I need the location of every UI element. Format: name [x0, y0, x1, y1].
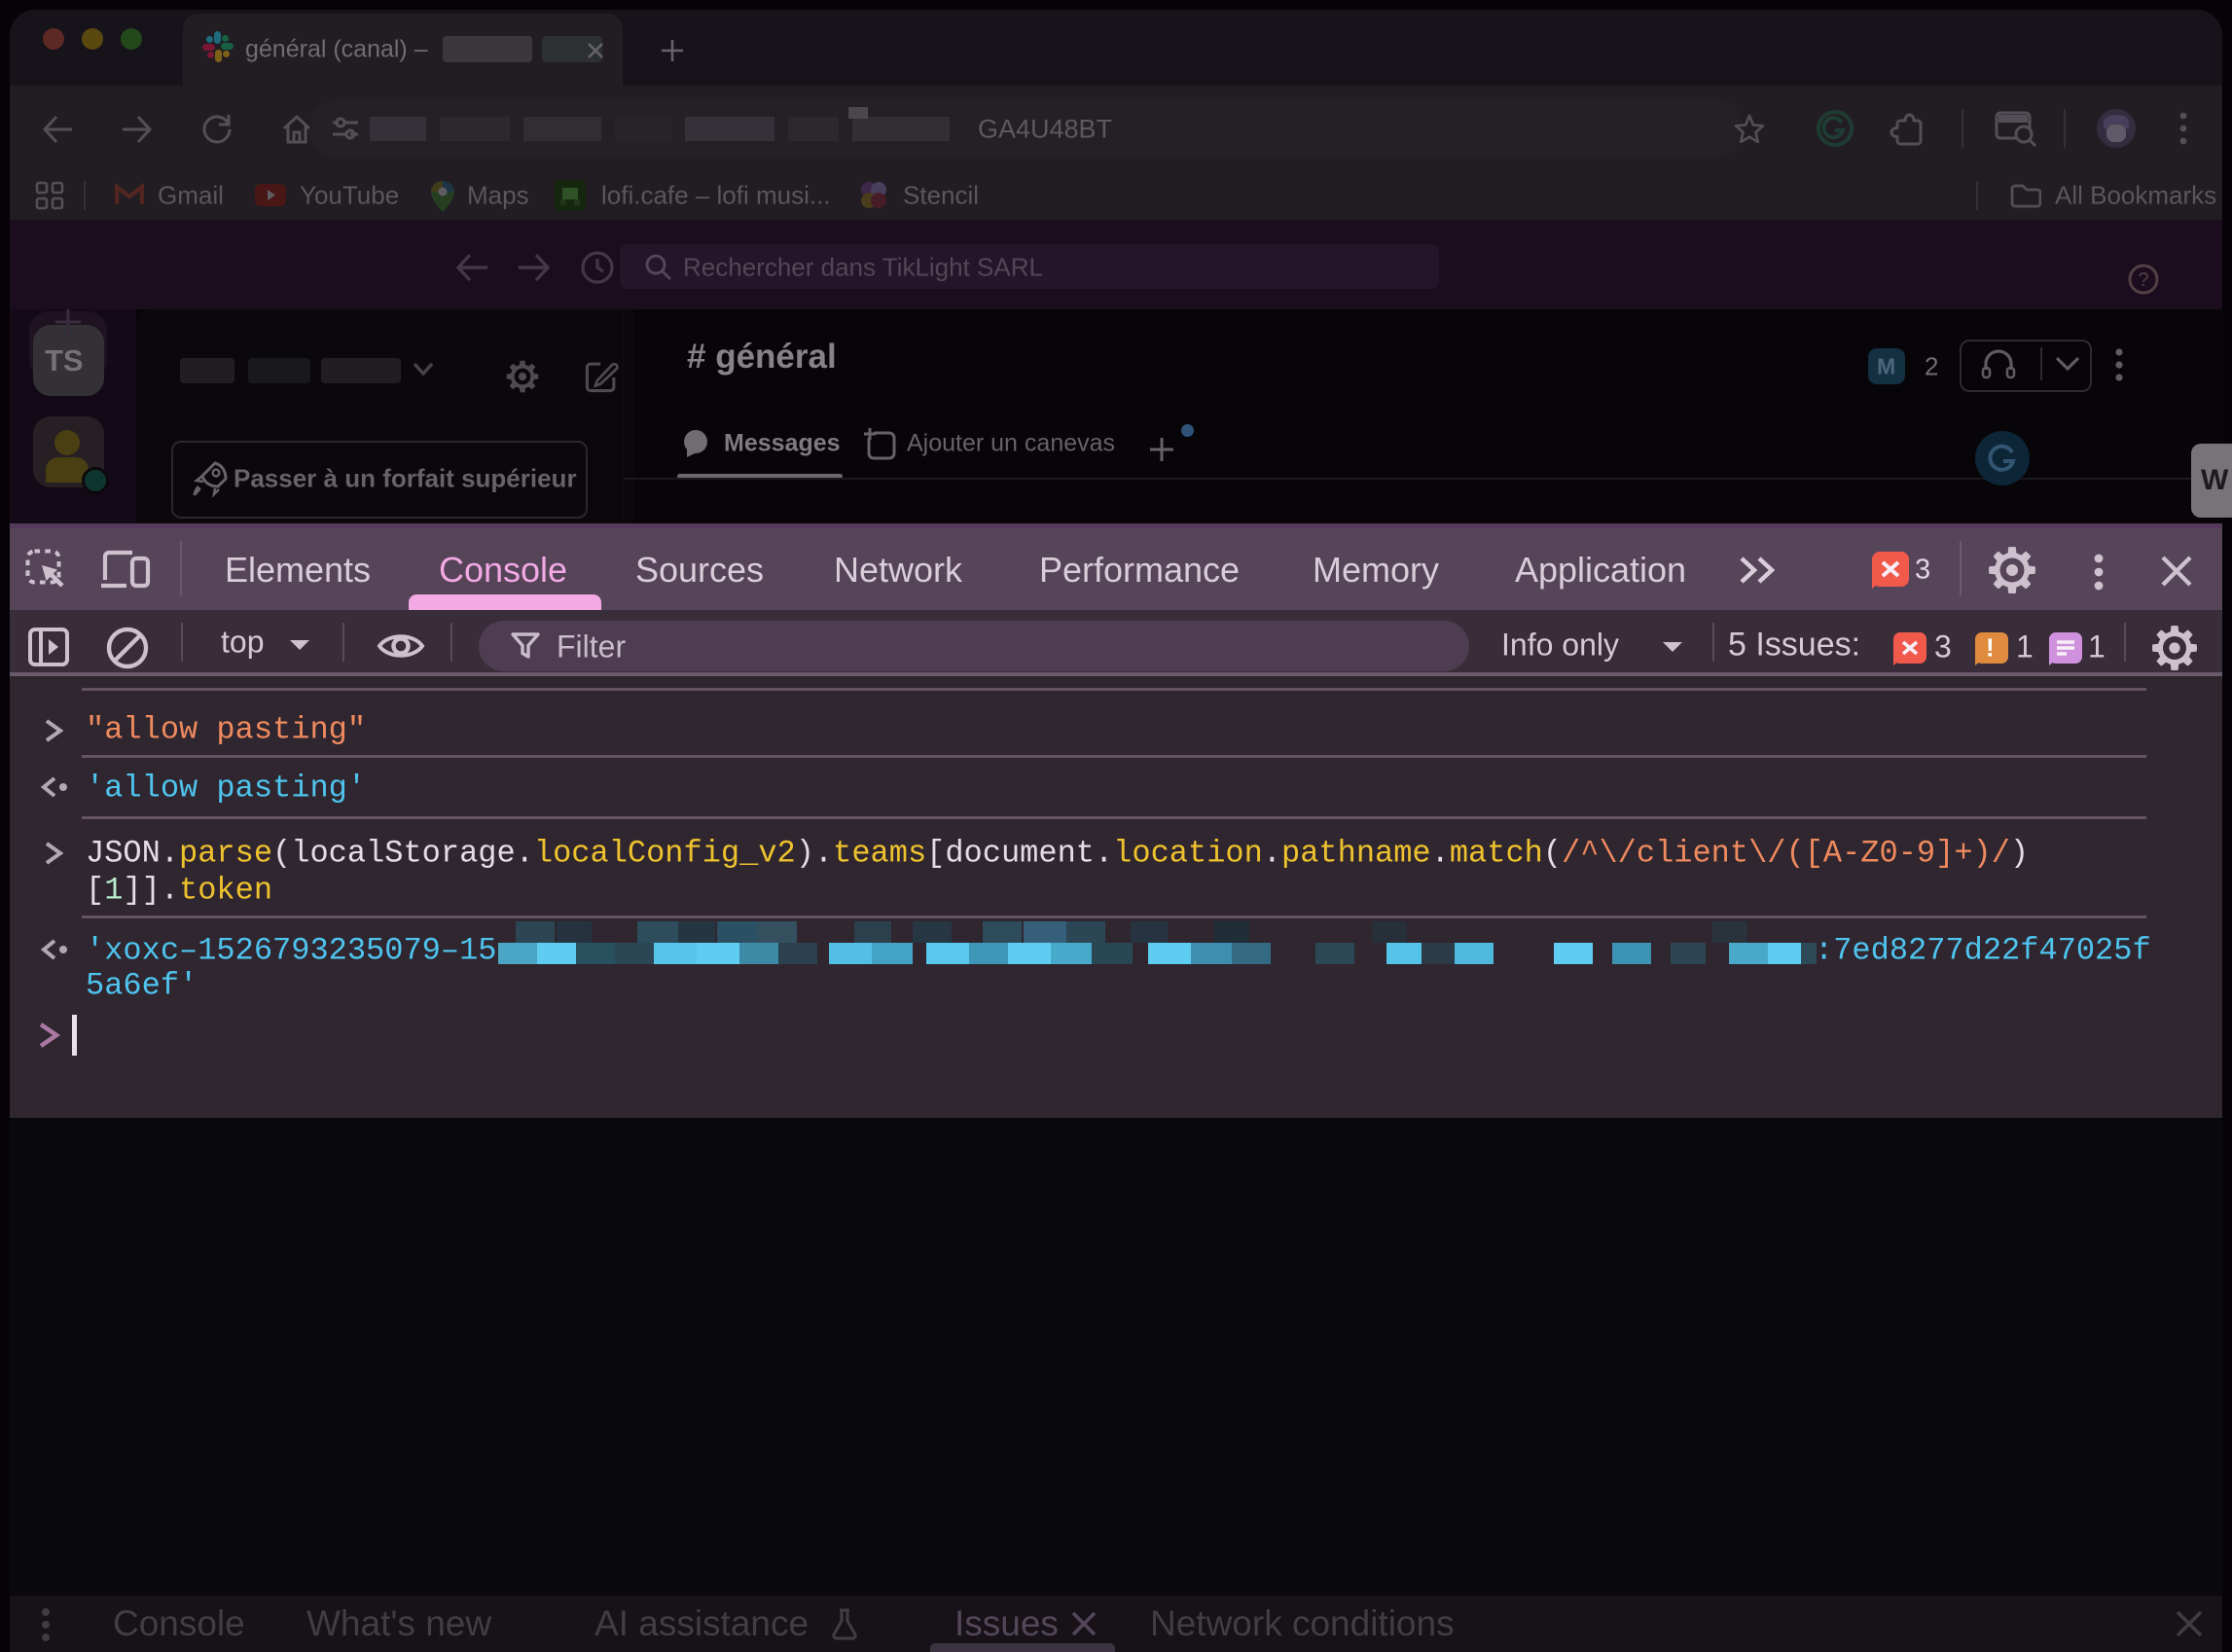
svg-text:?: ? — [2138, 269, 2148, 291]
